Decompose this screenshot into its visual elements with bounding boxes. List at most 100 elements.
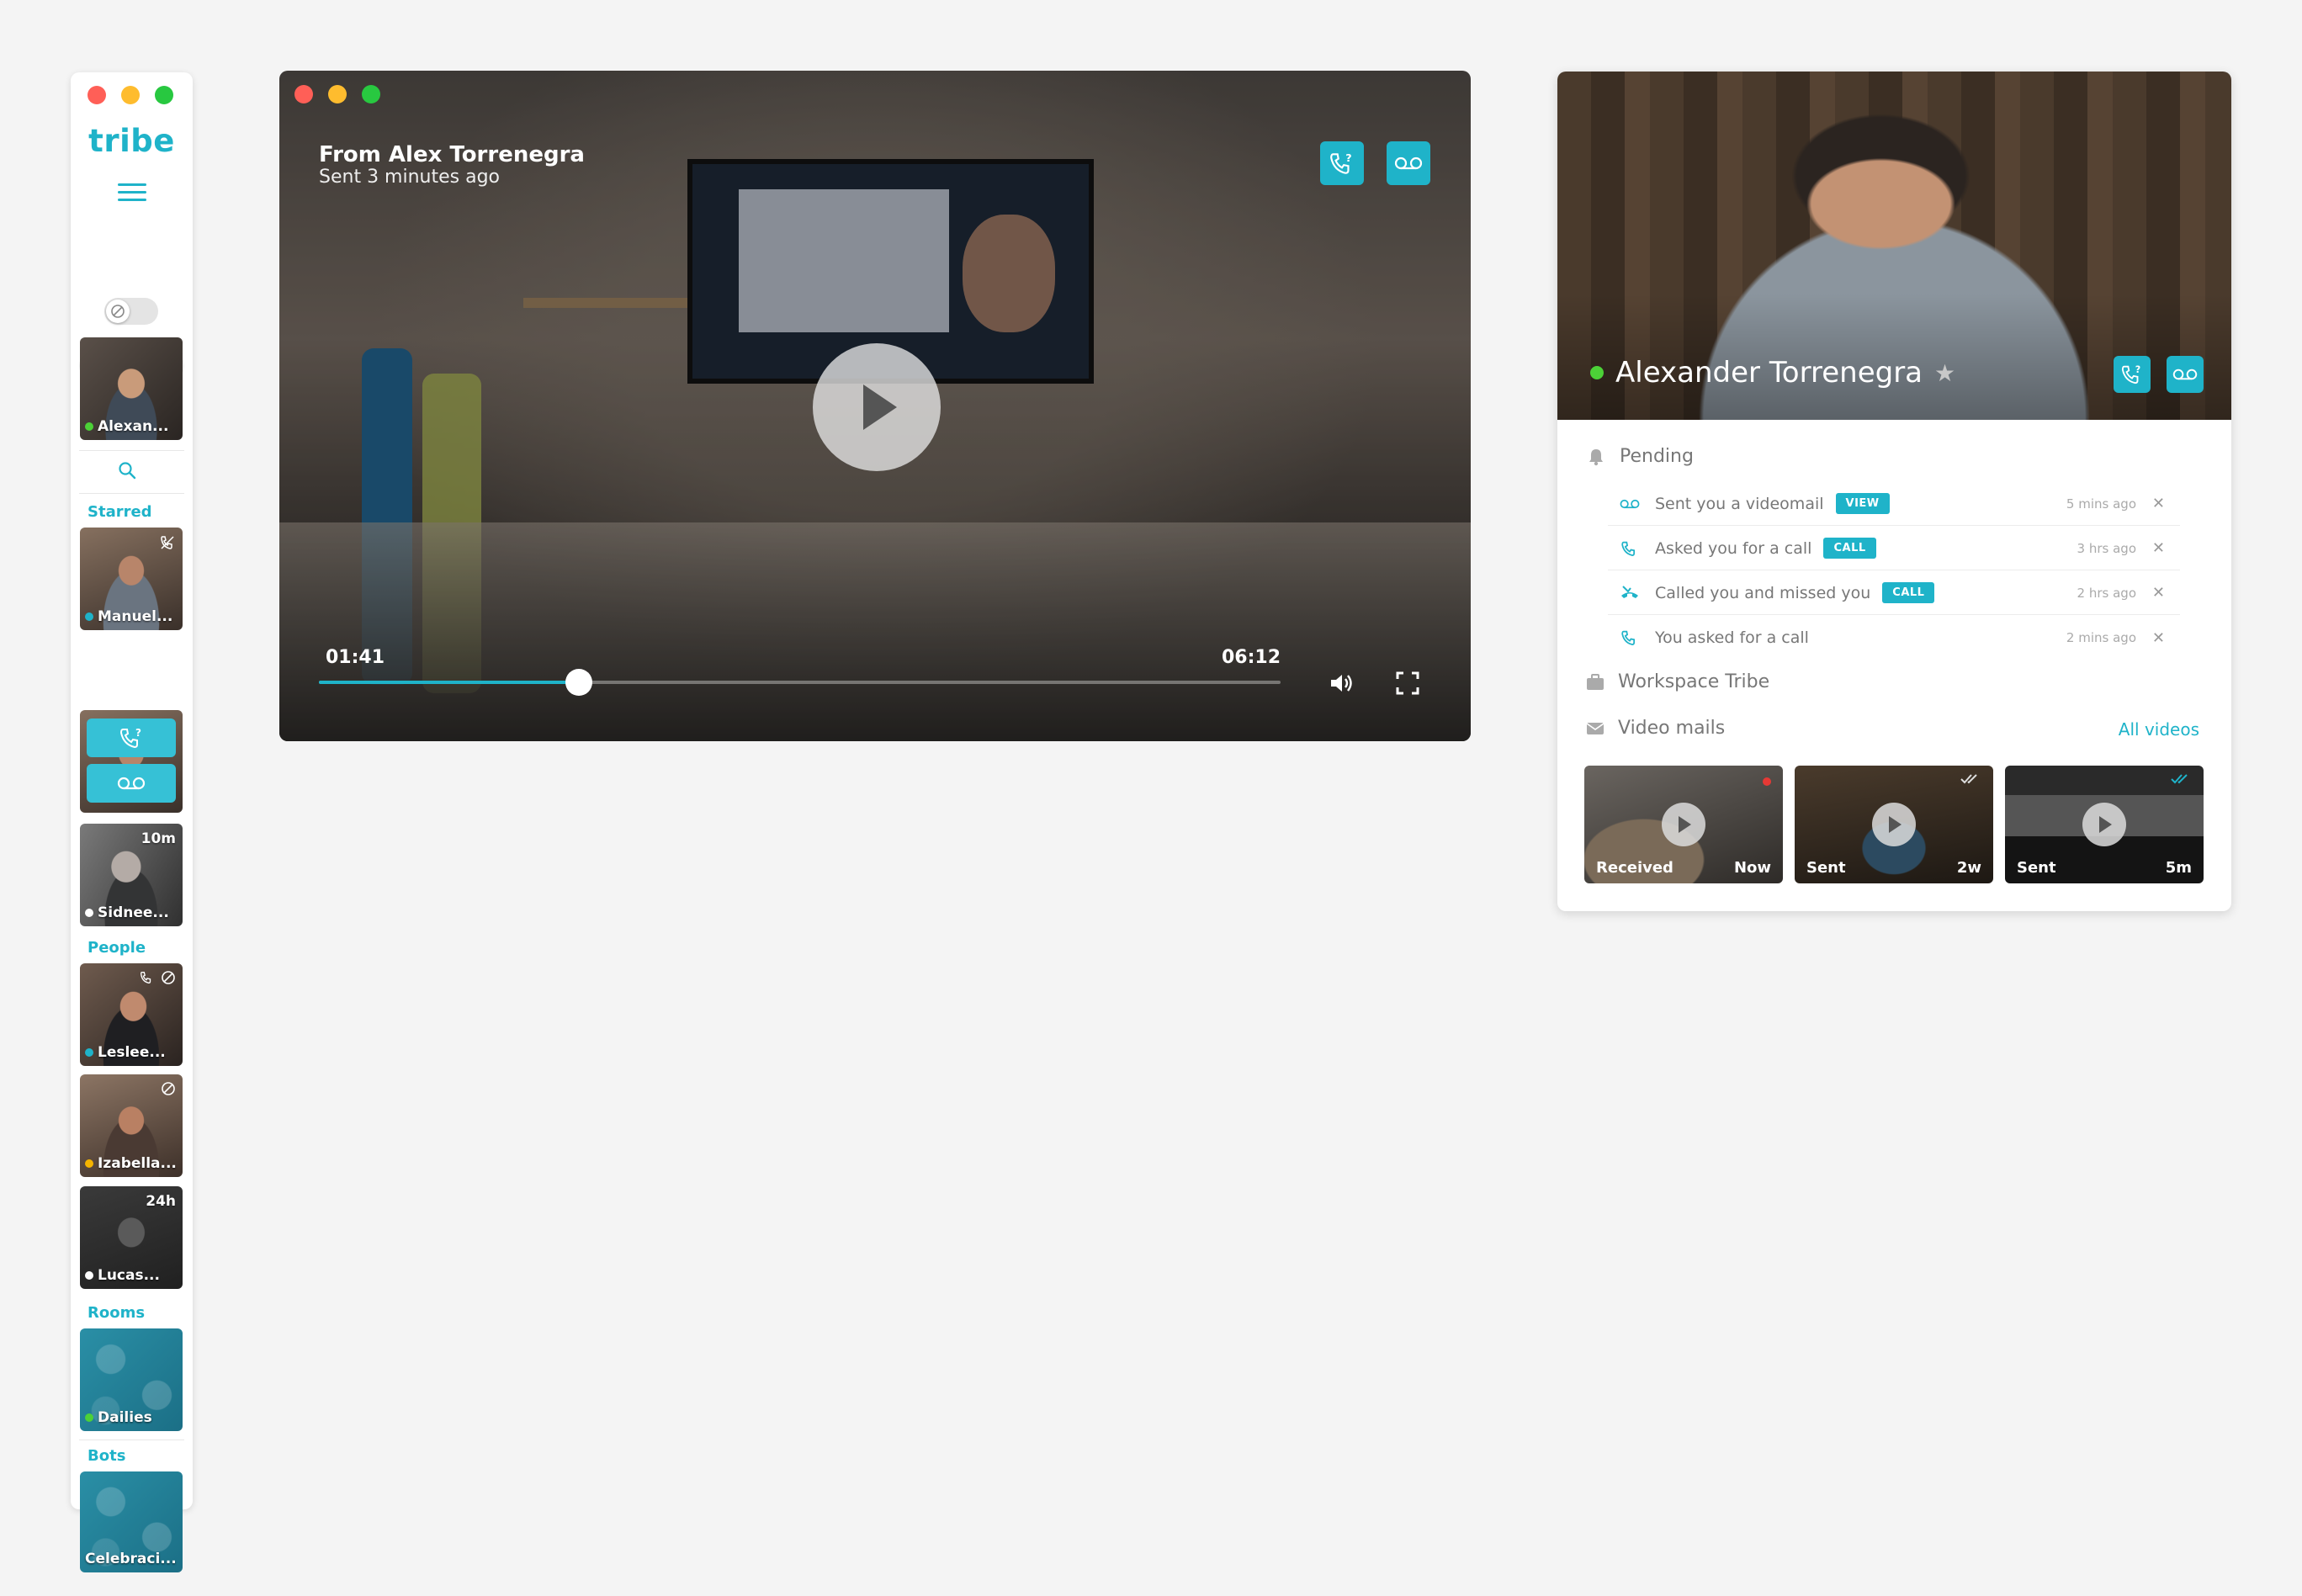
seek-handle[interactable] — [565, 669, 592, 696]
video-age: 2w — [1956, 859, 1981, 877]
play-icon[interactable] — [1662, 803, 1705, 846]
pending-text: Called you and missed you — [1655, 583, 1871, 602]
pending-time: 3 hrs ago — [2077, 540, 2136, 556]
call-button[interactable]: CALL — [1882, 582, 1935, 603]
time-badge: 10m — [141, 830, 176, 847]
close-window-button[interactable] — [88, 86, 106, 104]
status-dot — [85, 1159, 93, 1168]
maximize-window-button[interactable] — [155, 86, 173, 104]
tile-label: Sidnee... — [85, 904, 169, 921]
request-call-button[interactable]: ? — [2114, 356, 2151, 393]
videomail-thumbnail[interactable]: Sent 5m — [2005, 766, 2204, 883]
brand-logo: tribe — [88, 123, 175, 159]
video-age: Now — [1733, 859, 1771, 877]
phone-request-icon: ? — [1330, 152, 1352, 174]
unread-dot — [1763, 777, 1771, 786]
calling-icon — [159, 534, 176, 555]
minimize-window-button[interactable] — [121, 86, 140, 104]
workspace-header[interactable]: Workspace Tribe — [1586, 671, 1769, 692]
play-icon[interactable] — [2082, 803, 2126, 846]
bot-tile-celebration[interactable]: Celebraci... — [80, 1471, 183, 1572]
contact-tile-sidnee[interactable]: 10m Sidnee... — [80, 824, 183, 926]
videomail-thumbnail[interactable]: Received Now — [1584, 766, 1783, 883]
online-status-dot — [1590, 366, 1604, 379]
my-profile-tile[interactable]: Alexan... — [80, 337, 183, 440]
divider — [79, 450, 184, 451]
double-check-icon — [1960, 772, 1981, 788]
dismiss-icon[interactable]: ✕ — [2152, 584, 2165, 602]
play-button[interactable] — [813, 343, 941, 471]
videomail-button[interactable] — [87, 764, 176, 803]
dismiss-icon[interactable]: ✕ — [2152, 629, 2165, 647]
pending-text: Asked you for a call — [1655, 538, 1812, 558]
view-button[interactable]: VIEW — [1835, 493, 1890, 514]
all-videos-link[interactable]: All videos — [2119, 719, 2199, 740]
request-call-button[interactable]: ? — [87, 718, 176, 757]
pending-text: Sent you a videomail — [1655, 494, 1824, 513]
tile-label: Leslee... — [85, 1044, 166, 1061]
videomail-thumbnail[interactable]: Sent 2w — [1795, 766, 1993, 883]
phone-request-icon — [1618, 628, 1642, 647]
videomail-button[interactable] — [1387, 141, 1430, 185]
contact-tile-leslee[interactable]: Leslee... — [80, 963, 183, 1066]
contact-name: Sidnee... — [98, 904, 169, 921]
contact-name: Leslee... — [98, 1044, 166, 1061]
divider — [79, 493, 184, 494]
minimize-window-button[interactable] — [328, 85, 347, 103]
call-button[interactable]: CALL — [1823, 538, 1876, 559]
contact-tile-izabella[interactable]: Izabella... — [80, 1074, 183, 1177]
dismiss-icon[interactable]: ✕ — [2152, 495, 2165, 512]
double-check-icon — [2170, 772, 2192, 788]
seek-bar[interactable] — [319, 669, 1281, 696]
contact-name: Alexander Torrenegra — [1615, 356, 1923, 390]
status-dot — [85, 1271, 93, 1280]
tile-label: Dailies — [85, 1409, 152, 1426]
tile-label: Alexan... — [85, 418, 168, 435]
maximize-window-button[interactable] — [362, 85, 380, 103]
dismiss-icon[interactable]: ✕ — [2152, 539, 2165, 557]
close-window-button[interactable] — [294, 85, 313, 103]
play-icon[interactable] — [1872, 803, 1916, 846]
briefcase-icon — [1587, 673, 1604, 690]
tile-label: Lucas... — [85, 1267, 160, 1284]
video-direction: Received — [1596, 859, 1673, 877]
status-dot — [85, 422, 93, 431]
tile-label: Celebraci... — [85, 1551, 177, 1567]
status-dot — [85, 612, 93, 621]
section-starred: Starred — [88, 503, 152, 521]
pending-item: Sent you a videomail VIEW 5 mins ago ✕ — [1608, 482, 2180, 526]
search-icon[interactable] — [117, 460, 137, 484]
bot-name: Celebraci... — [85, 1551, 177, 1567]
contact-card: Alexander Torrenegra ★ ? Pending Sent yo… — [1557, 72, 2231, 911]
status-dot — [85, 1413, 93, 1422]
videomail-sender: From Alex Torrenegra — [319, 142, 585, 167]
phone-request-icon: ? — [2121, 364, 2140, 384]
videomail-sent-time: Sent 3 minutes ago — [319, 167, 501, 188]
do-not-disturb-toggle[interactable] — [104, 298, 158, 325]
contact-tile-lucas[interactable]: 24h Lucas... — [80, 1186, 183, 1289]
profile-name: Alexan... — [98, 418, 169, 435]
pending-label: Pending — [1620, 446, 1694, 467]
pending-time: 5 mins ago — [2066, 496, 2136, 512]
svg-text:?: ? — [2135, 364, 2140, 375]
block-icon — [161, 1081, 176, 1100]
videomail-icon — [1618, 498, 1642, 510]
tile-label: Izabella... — [85, 1155, 177, 1172]
volume-icon[interactable] — [1329, 671, 1354, 696]
menu-icon[interactable] — [118, 183, 146, 204]
fullscreen-icon[interactable] — [1395, 671, 1420, 696]
videomail-button[interactable] — [2167, 356, 2204, 393]
svg-text:?: ? — [135, 727, 141, 739]
videomails-header: Video mails — [1586, 718, 1725, 739]
room-tile-dailies[interactable]: Dailies — [80, 1328, 183, 1431]
videomail-icon — [1394, 156, 1423, 170]
current-time: 01:41 — [326, 647, 385, 668]
star-icon[interactable]: ★ — [1934, 359, 1955, 387]
contact-tile-manuel[interactable]: Manuel... — [80, 528, 183, 630]
request-call-button[interactable]: ? — [1320, 141, 1364, 185]
duration: 06:12 — [1222, 647, 1281, 668]
missed-call-icon — [1618, 584, 1642, 602]
pending-item: Called you and missed you CALL 2 hrs ago… — [1608, 571, 2180, 615]
pending-text: You asked for a call — [1655, 628, 1809, 647]
block-icon — [162, 971, 175, 984]
